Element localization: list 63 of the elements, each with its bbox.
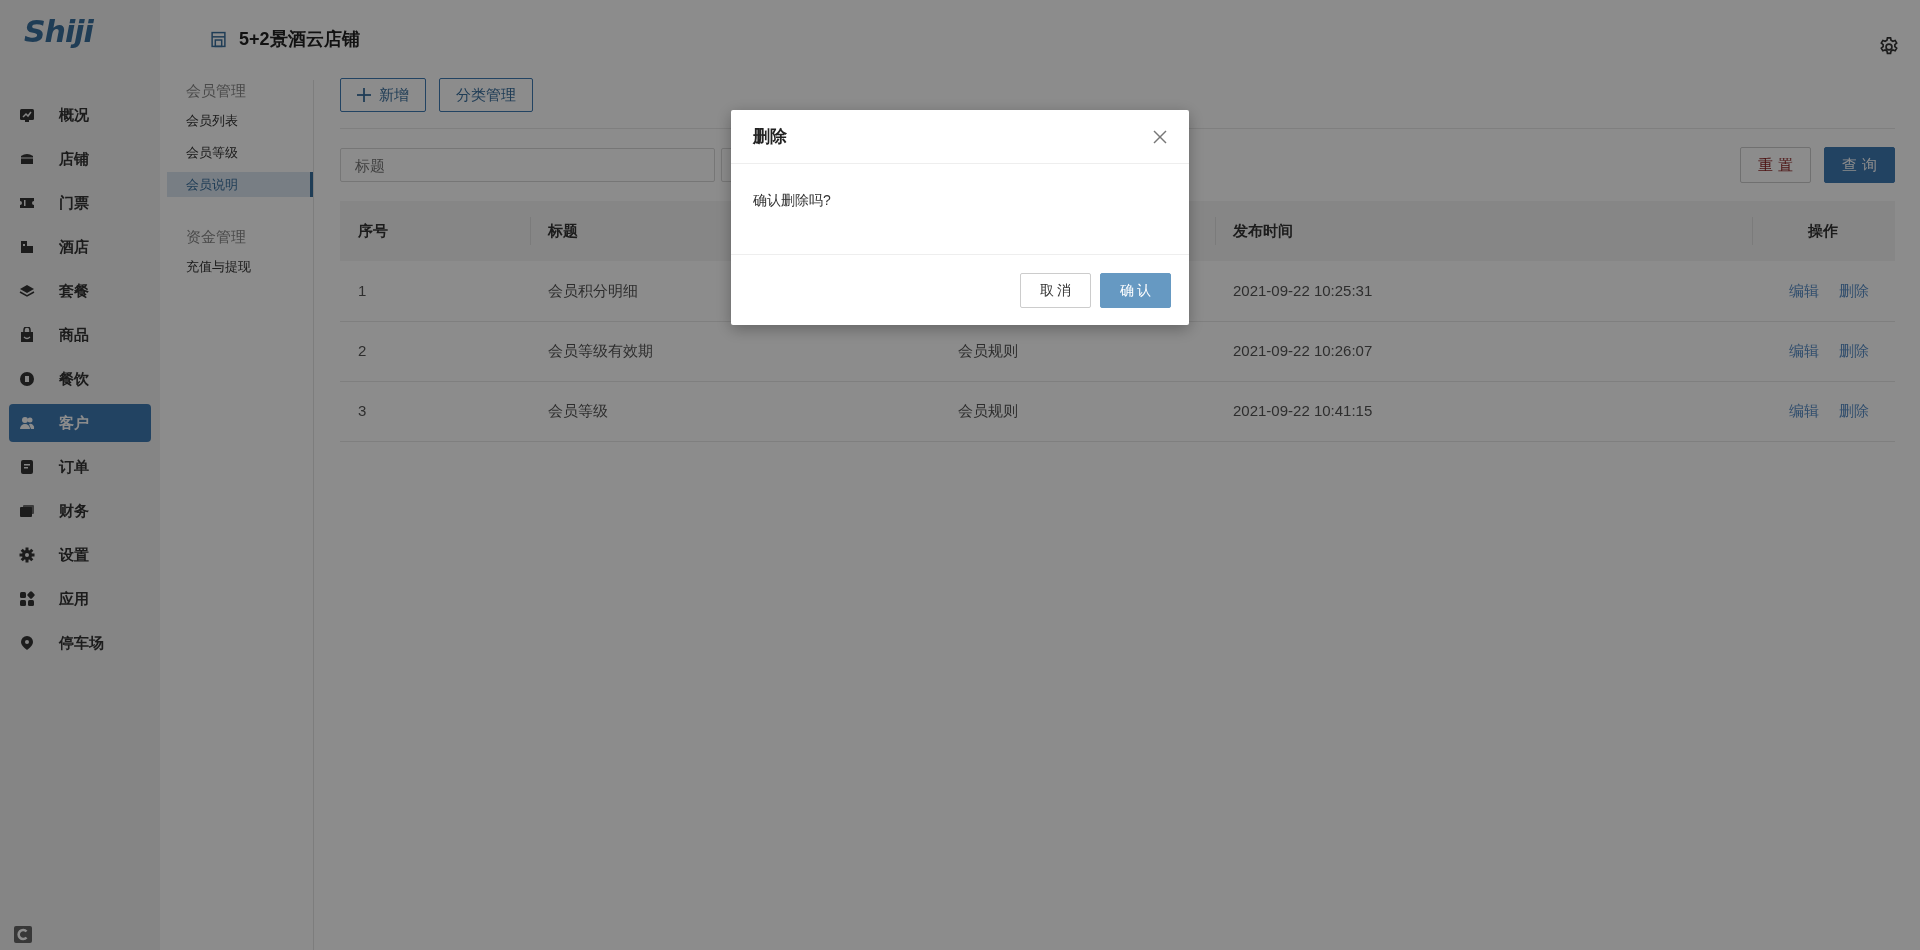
- delete-link[interactable]: 删除: [1839, 281, 1869, 299]
- table-cell: 会员规则: [940, 381, 1215, 441]
- sidebar-item[interactable]: 酒店: [9, 228, 151, 266]
- wallet-icon: [19, 503, 35, 519]
- ticket-icon: [19, 195, 35, 211]
- sidebar-item[interactable]: 停车场: [9, 624, 151, 662]
- delete-link[interactable]: 删除: [1839, 341, 1869, 359]
- cancel-button[interactable]: 取 消: [1020, 273, 1091, 308]
- sidebar-item[interactable]: 客户: [9, 404, 151, 442]
- document-icon: [19, 459, 35, 475]
- submenu-item[interactable]: 会员列表: [167, 108, 313, 133]
- building-icon: [19, 239, 35, 255]
- table-cell: 2021-09-22 10:41:15: [1215, 381, 1752, 441]
- menu-group-title: 会员管理: [185, 81, 247, 101]
- table-cell: 2021-09-22 10:26:07: [1215, 321, 1752, 381]
- users-icon: [19, 415, 35, 431]
- category-button[interactable]: 分类管理: [439, 78, 533, 112]
- map-pin-icon: [19, 635, 35, 651]
- store-icon: [210, 30, 227, 48]
- logo-text: Shiji: [23, 13, 95, 51]
- shopping-bag-icon: [19, 327, 35, 343]
- dialog-title: 删除: [753, 125, 787, 148]
- apps-icon: [19, 591, 35, 607]
- table-cell: 会员等级: [530, 381, 940, 441]
- sidebar-item[interactable]: 套餐: [9, 272, 151, 310]
- sidebar-item[interactable]: 商品: [9, 316, 151, 354]
- table-cell: 1: [340, 261, 530, 321]
- confirm-button[interactable]: 确 认: [1100, 273, 1171, 308]
- store-title: 5+2景酒云店铺: [239, 27, 360, 51]
- sidebar-item[interactable]: 门票: [9, 184, 151, 222]
- close-icon[interactable]: [1153, 129, 1167, 144]
- submenu-item[interactable]: 会员等级: [167, 140, 313, 165]
- column-header: 发布时间: [1215, 201, 1752, 261]
- app-badge-icon[interactable]: [14, 926, 32, 943]
- sidebar-item[interactable]: 应用: [9, 580, 151, 618]
- table-cell: 2021-09-22 10:25:31: [1215, 261, 1752, 321]
- submenu-item[interactable]: 充值与提现: [167, 254, 313, 279]
- delete-link[interactable]: 删除: [1839, 401, 1869, 419]
- layers-icon: [19, 283, 35, 299]
- column-header: 操作: [1752, 201, 1895, 261]
- add-button[interactable]: 新增: [340, 78, 426, 112]
- chart-icon: [19, 107, 35, 123]
- sidebar-item[interactable]: 财务: [9, 492, 151, 530]
- store-icon: [19, 151, 35, 167]
- table-cell: 2: [340, 321, 530, 381]
- query-button[interactable]: 查 询: [1824, 147, 1895, 183]
- title-field[interactable]: 标题: [340, 148, 715, 182]
- edit-link[interactable]: 编辑: [1789, 341, 1819, 359]
- sidebar-item[interactable]: 设置: [9, 536, 151, 574]
- sidebar-item[interactable]: 订单: [9, 448, 151, 486]
- table-cell: 3: [340, 381, 530, 441]
- edit-link[interactable]: 编辑: [1789, 281, 1819, 299]
- gear-icon: [19, 547, 35, 563]
- sidebar-item[interactable]: 餐饮: [9, 360, 151, 398]
- sidebar-item[interactable]: 店铺: [9, 140, 151, 178]
- dish-icon: [19, 371, 35, 387]
- sidebar-item[interactable]: 概况: [9, 96, 151, 134]
- plus-icon: [357, 88, 371, 102]
- menu-group-title: 资金管理: [185, 227, 247, 247]
- submenu-item[interactable]: 会员说明: [167, 172, 313, 197]
- edit-link[interactable]: 编辑: [1789, 401, 1819, 419]
- reset-button[interactable]: 重 置: [1740, 147, 1811, 183]
- column-header: 序号: [340, 201, 530, 261]
